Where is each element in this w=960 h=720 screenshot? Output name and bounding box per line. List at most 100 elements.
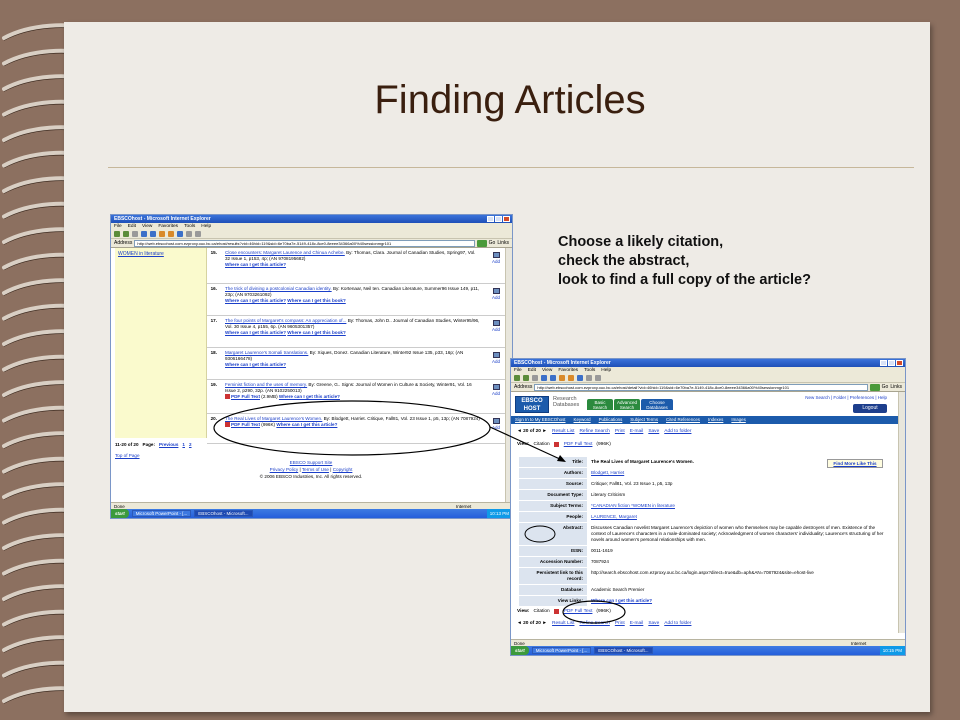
record-count[interactable]: ◄ 20 of 20 ► xyxy=(517,621,547,626)
mail-icon[interactable] xyxy=(586,375,592,381)
where-link[interactable]: Where can I get this article? xyxy=(225,262,286,267)
minimize-icon[interactable] xyxy=(880,360,887,366)
taskbar-item-active[interactable]: EBSCOhost - Microsoft... xyxy=(194,510,253,517)
add-to-folder-link[interactable]: Add to folder xyxy=(664,429,691,434)
taskbar-item[interactable]: Microsoft PowerPoint - [... xyxy=(131,510,192,517)
print-link[interactable]: Print xyxy=(615,429,625,434)
menu-view[interactable]: View xyxy=(142,223,152,230)
refresh-icon[interactable] xyxy=(541,375,547,381)
go-button[interactable] xyxy=(869,383,880,391)
top-links[interactable]: New Search | Folder | Preferences | Help xyxy=(805,395,887,400)
home-icon[interactable] xyxy=(150,231,156,237)
record-count[interactable]: ◄ 20 of 20 ► xyxy=(517,429,547,434)
refine-search-link[interactable]: Refine Search xyxy=(579,621,609,626)
favorites-icon[interactable] xyxy=(568,375,574,381)
menu-tools[interactable]: Tools xyxy=(184,223,195,230)
menu-file[interactable]: File xyxy=(514,367,522,374)
forward-icon[interactable] xyxy=(123,231,129,237)
refresh-icon[interactable] xyxy=(141,231,147,237)
go-button[interactable] xyxy=(476,239,487,247)
nav-sign-in[interactable]: Sign In to My EBSCOhost xyxy=(515,416,566,424)
save-link[interactable]: Save xyxy=(648,429,659,434)
minimize-icon[interactable] xyxy=(487,216,494,222)
menu-tools[interactable]: Tools xyxy=(584,367,595,374)
refine-search-link[interactable]: Refine Search xyxy=(579,429,609,434)
links-label[interactable]: Links xyxy=(890,384,902,390)
taskbar-item[interactable]: Microsoft PowerPoint - [... xyxy=(531,647,592,654)
add-to-folder-button[interactable]: Add xyxy=(489,418,503,431)
where-link[interactable]: Where can I get this article? xyxy=(225,362,286,367)
print-icon[interactable] xyxy=(195,231,201,237)
add-to-folder-button[interactable]: Add xyxy=(489,288,503,301)
save-link[interactable]: Save xyxy=(648,621,659,626)
pdf-full-text-link[interactable]: PDF Full Text xyxy=(231,394,260,399)
author-link[interactable]: Blodgett, Harriet xyxy=(591,470,624,475)
go-label[interactable]: Go xyxy=(882,384,889,390)
add-to-folder-button[interactable]: Add xyxy=(489,320,503,333)
search-icon[interactable] xyxy=(559,375,565,381)
back-icon[interactable] xyxy=(114,231,120,237)
nav-keyword[interactable]: Keyword xyxy=(574,416,591,424)
address-input[interactable]: http://web.ebscohost.com.ezproxy.ouc.bc.… xyxy=(134,239,475,247)
email-link[interactable]: E-mail xyxy=(630,429,644,434)
maximize-icon[interactable] xyxy=(495,216,502,222)
nav-cited-references[interactable]: Cited References xyxy=(666,416,700,424)
menu-edit[interactable]: Edit xyxy=(528,367,536,374)
favorites-icon[interactable] xyxy=(168,231,174,237)
stop-icon[interactable] xyxy=(532,375,538,381)
result-title-link[interactable]: The trick of divining a postcolonial Can… xyxy=(225,286,332,291)
maximize-icon[interactable] xyxy=(888,360,895,366)
where-book-link[interactable]: Where can I get this book? xyxy=(287,298,345,303)
top-of-page-link[interactable]: Top of Page xyxy=(115,453,140,458)
taskbar-item-active[interactable]: EBSCOhost - Microsoft... xyxy=(594,647,653,654)
search-icon[interactable] xyxy=(159,231,165,237)
start-button[interactable]: start xyxy=(511,646,529,655)
home-icon[interactable] xyxy=(550,375,556,381)
tab-basic-search[interactable]: Basic Search xyxy=(587,399,613,410)
sidebar-subject-link[interactable]: WOMEN in literature xyxy=(118,251,164,257)
close-icon[interactable] xyxy=(896,360,903,366)
nav-images[interactable]: Images xyxy=(731,416,745,424)
menu-file[interactable]: File xyxy=(114,223,122,230)
pdf-full-text-link[interactable]: PDF Full Text xyxy=(231,422,260,427)
menu-help[interactable]: Help xyxy=(201,223,211,230)
menu-favorites[interactable]: Favorites xyxy=(558,367,578,374)
people-link[interactable]: LAURENCE, Margaret xyxy=(591,514,637,519)
citation-link[interactable]: Citation xyxy=(533,442,549,447)
result-title-link[interactable]: The Real Lives of Margaret Laurence's Wo… xyxy=(225,416,322,421)
go-label[interactable]: Go xyxy=(489,240,496,246)
where-link[interactable]: Where can I get this article? xyxy=(276,422,337,427)
menu-view[interactable]: View xyxy=(542,367,552,374)
add-to-folder-button[interactable]: Add xyxy=(489,252,503,265)
pdf-full-text-link[interactable]: PDF Full Text xyxy=(564,609,593,614)
stop-icon[interactable] xyxy=(132,231,138,237)
page-2-link[interactable]: 2 xyxy=(189,442,192,447)
result-list-link[interactable]: Result List xyxy=(552,429,574,434)
citation-link[interactable]: Citation xyxy=(533,609,549,614)
history-icon[interactable] xyxy=(577,375,583,381)
print-link[interactable]: Print xyxy=(615,621,625,626)
history-icon[interactable] xyxy=(177,231,183,237)
links-label[interactable]: Links xyxy=(497,240,509,246)
mail-icon[interactable] xyxy=(186,231,192,237)
forward-icon[interactable] xyxy=(523,375,529,381)
add-to-folder-button[interactable]: Add xyxy=(489,352,503,365)
menu-help[interactable]: Help xyxy=(601,367,611,374)
nav-subject-terms[interactable]: Subject Terms xyxy=(630,416,658,424)
ebsco-logo[interactable]: EBSCO HOST xyxy=(515,396,549,413)
terms-link[interactable]: Terms of Use xyxy=(302,467,329,472)
previous-link[interactable]: Previous xyxy=(159,442,178,447)
vertical-scrollbar[interactable] xyxy=(898,392,905,633)
menu-favorites[interactable]: Favorites xyxy=(158,223,178,230)
where-link[interactable]: Where can I get this article? xyxy=(279,394,340,399)
result-title-link[interactable]: Feminist fiction and the uses of memory. xyxy=(225,382,307,387)
result-title-link[interactable]: The four points of Margaret's compass: A… xyxy=(225,318,346,323)
nav-indexes[interactable]: Indexes xyxy=(708,416,723,424)
tab-choose-databases[interactable]: Choose Databases xyxy=(641,399,673,410)
find-more-like-this-button[interactable]: Find More Like This xyxy=(827,459,883,468)
logout-button[interactable]: Logout xyxy=(853,404,887,413)
page-1-link[interactable]: 1 xyxy=(182,442,185,447)
tab-advanced-search[interactable]: Advanced Search xyxy=(614,399,640,410)
result-title-link[interactable]: Margaret Laurence's Somali translations. xyxy=(225,350,308,355)
support-link[interactable]: EBSCO Support Site xyxy=(290,460,333,465)
